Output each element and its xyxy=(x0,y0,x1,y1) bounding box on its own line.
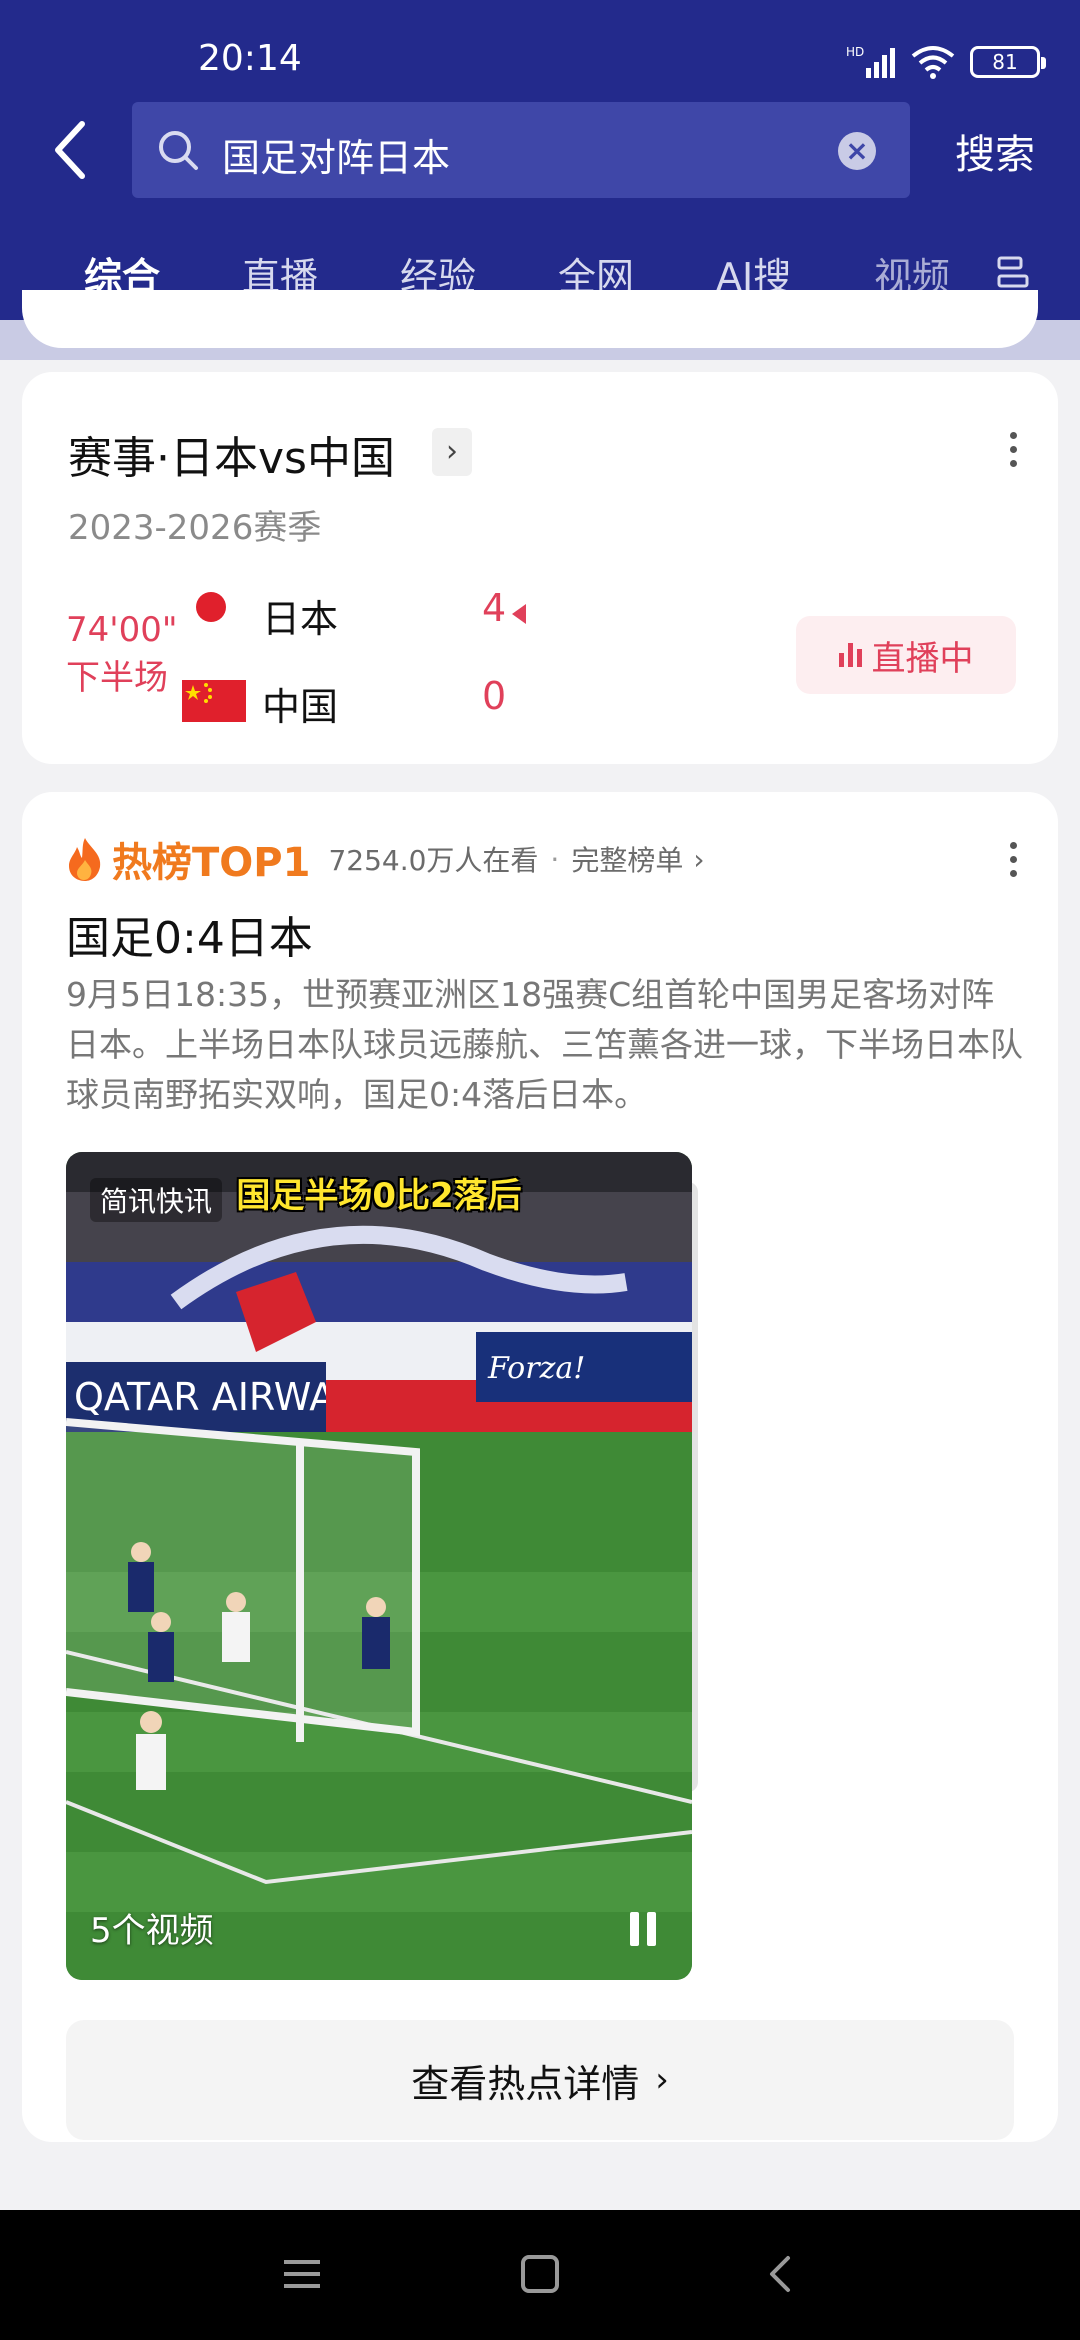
view-details-button[interactable]: 查看热点详情 › xyxy=(66,2020,1014,2140)
hot-topic-description: 9月5日18:35，世预赛亚洲区18强赛C组首轮中国男足客场对阵日本。上半场日本… xyxy=(66,975,1023,1114)
hot-topic-title[interactable]: 国足0:4日本 xyxy=(66,902,313,966)
video-source-tag: 简讯快讯 xyxy=(90,1178,223,1222)
chevron-right-icon: › xyxy=(693,842,705,876)
tab-menu-icon[interactable] xyxy=(996,254,1030,294)
battery-level: 81 xyxy=(992,50,1018,74)
search-button[interactable]: 搜索 xyxy=(955,122,1035,180)
status-bar: 20:14 HD 81 xyxy=(0,0,1080,100)
team-row-china: 中国 0 xyxy=(182,670,522,730)
watching-count: 7254.0万人在看 xyxy=(328,844,539,877)
search-query: 国足对阵日本 xyxy=(222,136,451,180)
match-clock: 74'00" xyxy=(66,610,178,650)
match-status: 74'00" 下半场 xyxy=(66,606,178,702)
team-name: 日本 xyxy=(262,597,339,641)
previous-card-edge xyxy=(0,290,1080,360)
pause-icon[interactable] xyxy=(628,1912,658,1946)
flame-icon xyxy=(69,838,101,881)
china-flag-icon xyxy=(182,680,246,722)
leading-indicator-icon xyxy=(512,604,526,624)
svg-text:Forza!: Forza! xyxy=(487,1351,585,1386)
network-label: HD xyxy=(846,45,864,59)
search-input[interactable]: 国足对阵日本 × xyxy=(132,102,910,198)
live-button[interactable]: 直播中 xyxy=(796,616,1016,694)
separator: · xyxy=(550,842,560,876)
hot-topic-card: 热榜TOP1 7254.0万人在看 · 完整榜单 › 国足0:4日本 9月5日1… xyxy=(22,792,1058,2142)
match-period: 下半场 xyxy=(66,658,168,698)
live-label: 直播中 xyxy=(871,638,974,679)
back-icon[interactable] xyxy=(760,2254,800,2294)
match-season: 2023-2026赛季 xyxy=(68,508,322,548)
menu-icon[interactable] xyxy=(282,2254,322,2294)
chevron-left-icon xyxy=(55,121,85,179)
video-thumbnail: QATAR AIRWAYS KIRIN Forza! xyxy=(66,1152,692,1980)
match-card[interactable]: 赛事·日本vs中国 › 2023-2026赛季 74'00" 下半场 日本 4 … xyxy=(22,372,1058,764)
live-bars-icon xyxy=(838,643,862,667)
full-list-link[interactable]: 完整榜单 xyxy=(571,839,683,879)
team-score: 0 xyxy=(482,674,507,718)
japan-flag-icon xyxy=(182,592,226,622)
hot-rank-label: 热榜TOP1 xyxy=(112,840,311,886)
top-header: 20:14 HD 81 国足对阵日本 × 搜索 综合 直播 经验 全网 AI搜 … xyxy=(0,0,1080,335)
chevron-right-icon[interactable]: › xyxy=(432,428,472,476)
match-title[interactable]: 赛事·日本vs中国 xyxy=(68,422,395,486)
video-player[interactable]: QATAR AIRWAYS KIRIN Forza! 国足半场0 xyxy=(66,1152,692,1980)
chevron-right-icon: › xyxy=(655,2060,669,2100)
status-icons: HD 81 xyxy=(846,40,1046,84)
system-nav-bar xyxy=(0,2210,1080,2340)
search-icon xyxy=(159,131,198,170)
team-row-japan: 日本 4 xyxy=(182,582,526,642)
more-options-icon[interactable] xyxy=(1010,432,1018,474)
cellular-signal-icon: HD xyxy=(846,45,895,78)
home-icon[interactable] xyxy=(520,2254,560,2294)
team-score: 4 xyxy=(482,586,507,630)
status-time: 20:14 xyxy=(198,38,302,79)
clear-icon[interactable]: × xyxy=(838,132,876,170)
back-button[interactable] xyxy=(50,118,100,182)
video-count: 5个视频 xyxy=(90,1911,214,1951)
battery-icon: 81 xyxy=(970,46,1046,78)
view-details-label: 查看热点详情 xyxy=(411,2061,640,2106)
hot-list-header: 热榜TOP1 7254.0万人在看 · 完整榜单 › xyxy=(66,832,705,886)
wifi-icon xyxy=(911,46,955,79)
more-options-icon[interactable] xyxy=(1010,842,1018,884)
team-name: 中国 xyxy=(262,685,339,729)
